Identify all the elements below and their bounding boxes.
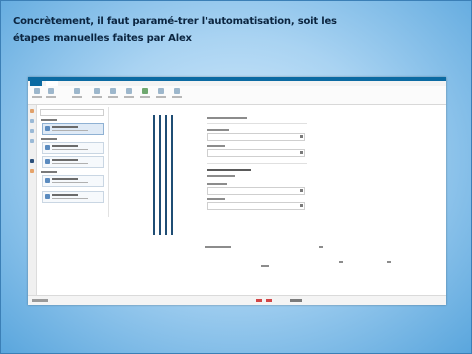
highlighted-rail-icon[interactable] bbox=[30, 159, 34, 163]
slide-title-line-2: étapes manuelles faites par Alex bbox=[13, 33, 192, 44]
activity-icon bbox=[45, 159, 50, 164]
embedded-app-screenshot bbox=[28, 77, 446, 305]
canvas-hint-text bbox=[387, 261, 391, 263]
property-field[interactable] bbox=[207, 187, 305, 195]
activity-icon bbox=[45, 194, 50, 199]
variables-icon bbox=[126, 88, 132, 94]
activity-item[interactable] bbox=[42, 175, 104, 187]
status-bar-left-item bbox=[32, 299, 48, 302]
ribbon-button-new[interactable] bbox=[32, 88, 42, 102]
library-icon[interactable] bbox=[30, 139, 34, 143]
ribbon-button-run[interactable] bbox=[140, 88, 150, 102]
ribbon-button-paste[interactable] bbox=[92, 88, 102, 102]
activity-item[interactable] bbox=[42, 142, 104, 154]
canvas-hint-text bbox=[205, 246, 231, 248]
canvas-hint-text bbox=[319, 246, 323, 248]
activity-item[interactable] bbox=[42, 191, 104, 203]
canvas-hint-text bbox=[339, 261, 343, 263]
export-icon bbox=[158, 88, 164, 94]
save-icon bbox=[48, 88, 54, 94]
sequence-connector bbox=[153, 115, 155, 235]
activities-group-header bbox=[41, 119, 57, 121]
chevron-down-icon bbox=[300, 135, 303, 138]
workflow-designer-canvas[interactable] bbox=[109, 105, 446, 295]
sequence-connector bbox=[165, 115, 167, 235]
property-field[interactable] bbox=[207, 149, 305, 157]
activity-item[interactable] bbox=[42, 123, 104, 135]
ribbon-button-package[interactable] bbox=[72, 88, 82, 102]
activity-item[interactable] bbox=[42, 156, 104, 168]
paste-icon bbox=[94, 88, 100, 94]
ribbon-button-save[interactable] bbox=[46, 88, 56, 102]
chevron-down-icon bbox=[300, 189, 303, 192]
project-icon[interactable] bbox=[30, 119, 34, 123]
activities-group-header bbox=[41, 171, 57, 173]
ribbon-button-manage[interactable] bbox=[108, 88, 118, 102]
property-field[interactable] bbox=[207, 202, 305, 210]
activity-icon bbox=[45, 145, 50, 150]
activity-properties-card bbox=[207, 115, 307, 215]
ribbon-toolbar bbox=[28, 86, 446, 105]
activities-panel bbox=[38, 107, 109, 217]
sequence-connector bbox=[171, 115, 173, 235]
activities-search-input[interactable] bbox=[40, 109, 104, 116]
presentation-slide: Concrètement, il faut paramé-trer l'auto… bbox=[0, 0, 472, 354]
slide-title-line-1: Concrètement, il faut paramé-trer l'auto… bbox=[13, 16, 337, 27]
status-red-indicator[interactable] bbox=[266, 299, 272, 302]
activity-side-rail bbox=[28, 105, 37, 295]
package-icon bbox=[74, 88, 80, 94]
ribbon-button-export[interactable] bbox=[156, 88, 166, 102]
run-icon bbox=[142, 88, 148, 94]
snippets-icon[interactable] bbox=[30, 129, 34, 133]
chevron-down-icon bbox=[300, 204, 303, 207]
status-red-indicator[interactable] bbox=[256, 299, 262, 302]
orange-rail-icon[interactable] bbox=[30, 169, 34, 173]
activities-group-header bbox=[41, 138, 57, 140]
publish-icon bbox=[174, 88, 180, 94]
ribbon-button-publish[interactable] bbox=[172, 88, 182, 102]
status-bar-right-item[interactable] bbox=[290, 299, 302, 302]
activity-icon bbox=[45, 126, 50, 131]
new-icon bbox=[34, 88, 40, 94]
canvas-hint-text bbox=[261, 265, 269, 267]
manage-icon bbox=[110, 88, 116, 94]
chevron-down-icon bbox=[300, 151, 303, 154]
slide-title: Concrètement, il faut paramé-trer l'auto… bbox=[13, 13, 453, 47]
sequence-connector bbox=[159, 115, 161, 235]
activity-icon bbox=[45, 178, 50, 183]
property-field[interactable] bbox=[207, 133, 305, 141]
ribbon-button-variables[interactable] bbox=[124, 88, 134, 102]
activities-icon[interactable] bbox=[30, 109, 34, 113]
status-bar bbox=[28, 295, 446, 305]
